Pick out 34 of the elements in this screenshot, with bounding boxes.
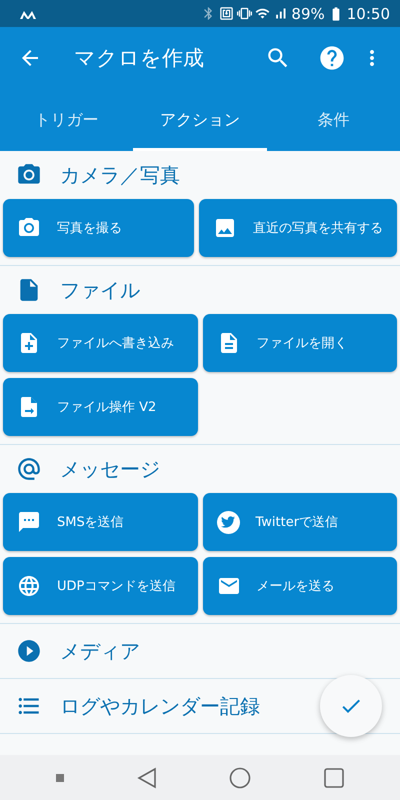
- battery-percentage: 89%: [291, 4, 325, 22]
- chat-bubble-icon: [17, 510, 41, 534]
- home-circle-icon[interactable]: [229, 766, 252, 788]
- play-icon: [16, 638, 42, 664]
- tab[interactable]: アクション: [133, 89, 267, 151]
- clock-time: 10:50: [346, 4, 390, 22]
- signal-icon: [273, 6, 288, 21]
- action-button[interactable]: メールを送る: [202, 557, 397, 615]
- globe-icon: [17, 574, 41, 598]
- tab[interactable]: 条件: [266, 89, 400, 151]
- vibrate-icon: [237, 6, 252, 21]
- action-button[interactable]: 写真を撮る: [3, 199, 194, 257]
- bird-icon: [216, 510, 240, 534]
- action-button[interactable]: 直近の写真を共有する: [199, 199, 397, 257]
- nfc-icon: [219, 6, 234, 21]
- back-triangle-icon[interactable]: [136, 766, 157, 788]
- action-button[interactable]: ファイル操作 V2: [3, 378, 198, 436]
- screen-title: マクロを作成: [74, 45, 205, 72]
- action-button[interactable]: ファイルを開く: [202, 314, 397, 372]
- category-title[interactable]: メディア: [60, 638, 140, 664]
- category-title[interactable]: メッセージ: [60, 456, 160, 482]
- action-button[interactable]: SMSを送信: [3, 493, 198, 551]
- image-icon: [213, 216, 237, 240]
- category-title[interactable]: カメラ／写真: [60, 162, 180, 188]
- tab[interactable]: トリガー: [0, 89, 134, 151]
- category-title[interactable]: ログやカレンダー記録: [60, 692, 260, 720]
- action-button[interactable]: UDPコマンドを送信: [3, 557, 198, 615]
- recents-square-icon[interactable]: [324, 768, 344, 788]
- action-button[interactable]: Twitterで送信: [202, 493, 397, 551]
- notification-icon: [20, 8, 36, 18]
- action-button[interactable]: ファイルへ書き込み: [3, 314, 198, 372]
- at-sign-icon: [16, 456, 42, 482]
- category-title[interactable]: ファイル: [60, 276, 140, 304]
- wifi-icon: [255, 6, 270, 21]
